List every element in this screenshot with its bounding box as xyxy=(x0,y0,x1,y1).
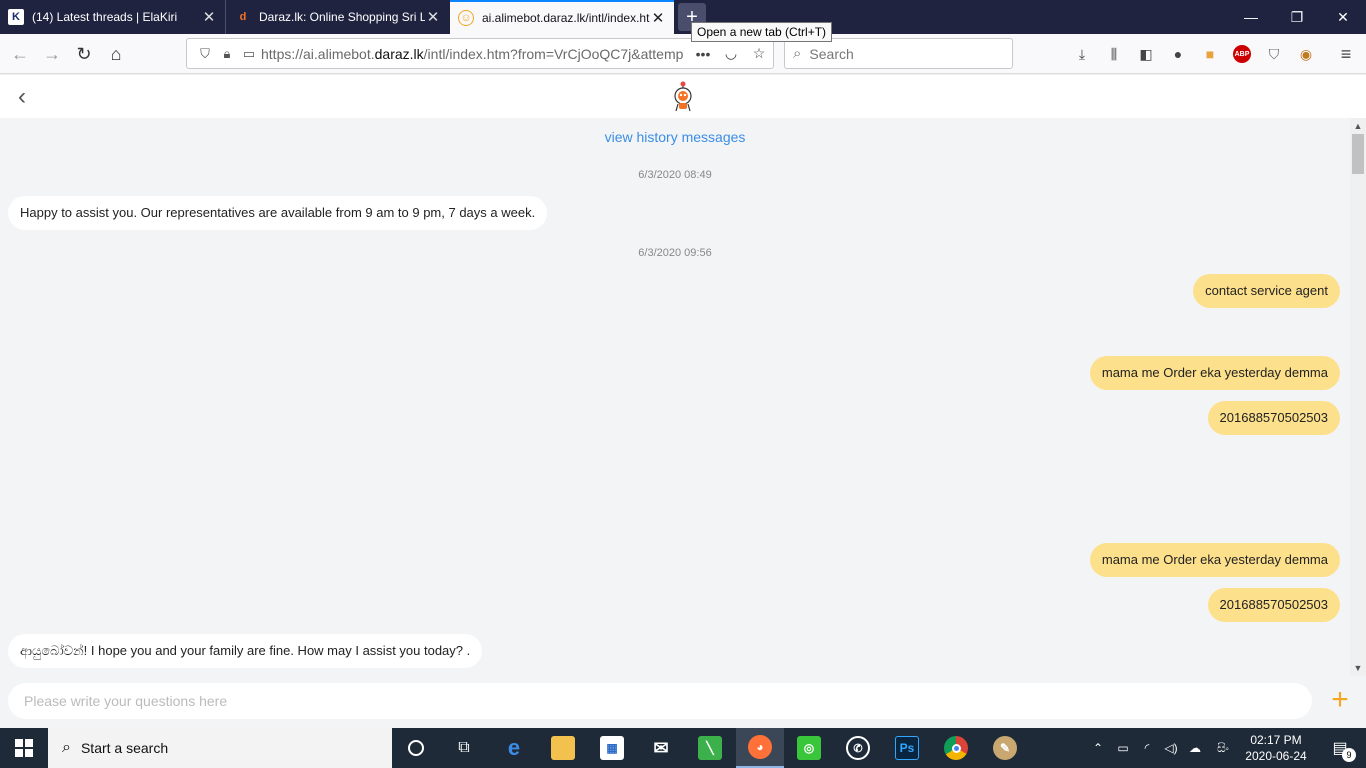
chat-header: ‹ xyxy=(0,75,1366,118)
firefox-icon[interactable]: ◕ xyxy=(736,728,784,768)
pocket-icon[interactable]: ◡ xyxy=(717,45,745,62)
mail-icon[interactable]: ✉ xyxy=(637,728,685,768)
restore-icon[interactable]: ❐ xyxy=(1274,0,1320,34)
bookmark-star-icon[interactable]: ☆ xyxy=(745,45,773,62)
shield-icon[interactable]: ⛉ xyxy=(195,46,215,62)
chat-window: view history messages 6/3/2020 08:49 Hap… xyxy=(0,118,1350,676)
forward-arrow-icon[interactable]: → xyxy=(38,40,66,68)
daraz-icon: d xyxy=(239,11,247,23)
message-input[interactable] xyxy=(8,683,1312,719)
back-arrow-icon[interactable]: ← xyxy=(6,40,34,68)
language-indicator[interactable]: සිං xyxy=(1210,728,1236,768)
menu-icon[interactable]: ≡ xyxy=(1334,42,1358,66)
chat-scrollbar[interactable]: ▲ ▼ xyxy=(1350,118,1366,676)
tab-daraz[interactable]: d Daraz.lk: Online Shopping Sri Lanka ✕ xyxy=(227,0,449,34)
message-timestamp: 6/3/2020 09:56 xyxy=(638,247,712,259)
permissions-icon[interactable]: ▭ xyxy=(239,46,259,62)
outgoing-message: mama me Order eka yesterday demma xyxy=(1089,543,1340,577)
account-icon[interactable]: ● xyxy=(1166,42,1190,66)
wifi-icon[interactable]: ◜ xyxy=(1136,728,1158,768)
taskbar-search[interactable]: ⌕ Start a search xyxy=(48,728,392,768)
outgoing-message: contact service agent xyxy=(1193,274,1340,308)
clock[interactable]: 02:17 PM 2020-06-24 xyxy=(1236,732,1316,764)
tab-title: ai.alimebot.daraz.lk/intl/index.htm xyxy=(482,11,650,25)
tab-title: Daraz.lk: Online Shopping Sri Lanka xyxy=(259,10,425,24)
notification-count: 9 xyxy=(1342,748,1356,762)
elakiri-icon: K xyxy=(8,9,24,25)
cortana-icon[interactable] xyxy=(392,728,440,768)
edge-icon[interactable]: e xyxy=(490,728,538,768)
shield-extension-icon[interactable]: ⛉ xyxy=(1262,42,1286,66)
incoming-message: ආයුබෝවන්! I hope you and your family are… xyxy=(8,634,483,668)
tab-title: (14) Latest threads | ElaKiri xyxy=(32,10,178,24)
search-placeholder: Search xyxy=(809,45,854,62)
downloads-icon[interactable]: ⤓ xyxy=(1070,42,1094,66)
tab-strip: K (14) Latest threads | ElaKiri ✕ d Dara… xyxy=(0,0,1366,34)
plus-icon[interactable]: + xyxy=(1326,683,1354,716)
task-view-icon[interactable]: ⧉ xyxy=(440,728,488,768)
tab-elakiri[interactable]: K (14) Latest threads | ElaKiri ✕ xyxy=(0,0,226,34)
owl-extension-icon[interactable]: ◉ xyxy=(1294,42,1318,66)
reload-icon[interactable]: ↻ xyxy=(70,40,98,68)
windows-start-icon[interactable] xyxy=(0,728,48,768)
chevron-up-icon[interactable]: ⌃ xyxy=(1088,728,1108,768)
view-history-link[interactable]: view history messages xyxy=(0,129,1350,145)
photoshop-icon[interactable]: Ps xyxy=(883,728,931,768)
colorful-extension-icon[interactable]: ■ xyxy=(1198,42,1222,66)
cloud-icon[interactable]: ☁ xyxy=(1184,728,1206,768)
lock-icon[interactable]: 🔒︎ xyxy=(217,46,237,62)
file-explorer-icon[interactable] xyxy=(539,728,587,768)
nav-bar: ← → ↻ ⌂ ⛉ 🔒︎ ▭ https://ai.alimebot.daraz… xyxy=(0,34,1366,74)
bot-avatar-icon xyxy=(674,81,692,112)
whatsapp-icon[interactable]: ✆ xyxy=(834,728,882,768)
notification-icon[interactable]: ▤ 9 xyxy=(1320,728,1360,768)
store-icon[interactable]: ▦ xyxy=(588,728,636,768)
outgoing-message: mama me Order eka yesterday demma xyxy=(1089,356,1340,390)
taskbar: ⌕ Start a search ⧉ e ▦ ✉ ╲ ◕ ◎ ✆ Ps ✎ ⌃ … xyxy=(0,728,1366,768)
url-bar[interactable]: ⛉ 🔒︎ ▭ https://ai.alimebot.daraz.lk/intl… xyxy=(186,38,774,69)
paint-icon[interactable]: ✎ xyxy=(981,728,1029,768)
close-tab-icon[interactable]: ✕ xyxy=(425,8,441,26)
composer: + xyxy=(0,676,1366,728)
library-icon[interactable]: ⫼ xyxy=(1102,42,1126,66)
battery-icon[interactable]: ▭ xyxy=(1112,728,1134,768)
page-actions-icon[interactable]: ••• xyxy=(689,46,717,62)
message-timestamp: 6/3/2020 08:49 xyxy=(638,169,712,181)
scroll-up-icon[interactable]: ▲ xyxy=(1350,121,1366,131)
search-bar[interactable]: ⌕ Search xyxy=(784,38,1013,69)
scroll-down-icon[interactable]: ▼ xyxy=(1350,663,1366,673)
green-app-icon[interactable]: ╲ xyxy=(686,728,734,768)
alimebot-icon: ☺ xyxy=(458,10,474,26)
volume-icon[interactable]: ◁) xyxy=(1160,728,1182,768)
minimize-icon[interactable]: — xyxy=(1228,0,1274,34)
incoming-message: Happy to assist you. Our representatives… xyxy=(8,196,548,230)
search-icon: ⌕ xyxy=(793,45,802,62)
taskbar-search-text: Start a search xyxy=(80,740,169,756)
close-tab-icon[interactable]: ✕ xyxy=(201,8,217,26)
line-icon[interactable]: ◎ xyxy=(785,728,833,768)
url-text[interactable]: https://ai.alimebot.daraz.lk/intl/index.… xyxy=(261,46,689,62)
adblock-icon[interactable]: ABP xyxy=(1230,42,1254,66)
close-tab-icon[interactable]: ✕ xyxy=(650,9,666,27)
chrome-icon[interactable] xyxy=(932,728,980,768)
chevron-left-icon[interactable]: ‹ xyxy=(18,83,26,111)
scrollbar-thumb[interactable] xyxy=(1352,134,1364,174)
new-tab-tooltip: Open a new tab (Ctrl+T) xyxy=(691,22,833,42)
outgoing-message: 201688570502503 xyxy=(1207,588,1340,622)
outgoing-message: 201688570502503 xyxy=(1207,401,1340,435)
search-icon: ⌕ xyxy=(62,739,71,756)
clock-time: 02:17 PM xyxy=(1250,733,1302,747)
clock-date: 2020-06-24 xyxy=(1245,749,1307,763)
close-window-icon[interactable]: ✕ xyxy=(1320,0,1366,34)
tab-alimebot[interactable]: ☺ ai.alimebot.daraz.lk/intl/index.htm ✕ xyxy=(450,0,674,34)
home-icon[interactable]: ⌂ xyxy=(102,40,130,68)
sidebar-icon[interactable]: ◧ xyxy=(1134,42,1158,66)
